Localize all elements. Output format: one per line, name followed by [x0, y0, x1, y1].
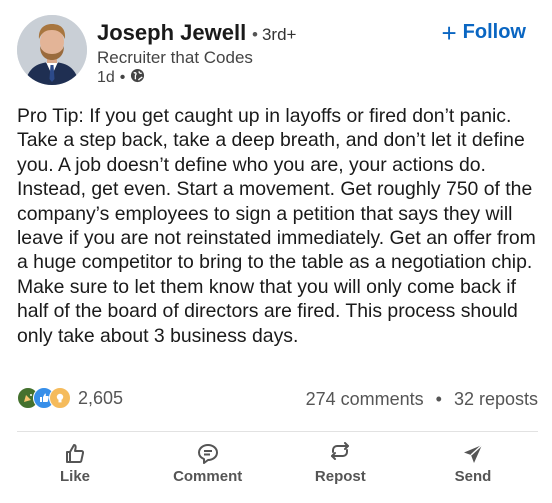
post-meta: 1d •: [97, 68, 145, 88]
insightful-icon: [49, 387, 71, 409]
reposts-count[interactable]: 32 reposts: [454, 389, 538, 410]
connection-degree: • 3rd+: [252, 25, 297, 44]
repost-icon: [331, 442, 350, 460]
reaction-count: 2,605: [78, 387, 124, 408]
send-label: Send: [454, 468, 492, 485]
post-timestamp: 1d: [97, 69, 115, 86]
send-icon: [463, 444, 483, 463]
follow-button[interactable]: + Follow: [441, 17, 526, 48]
send-button[interactable]: Send: [418, 442, 528, 485]
reactions-summary[interactable]: 2,605: [17, 387, 123, 409]
comments-count[interactable]: 274 comments: [306, 389, 424, 410]
comment-label: Comment: [173, 468, 243, 485]
thumbs-up-icon: [66, 444, 85, 463]
author-name[interactable]: Joseph Jewell: [97, 20, 246, 46]
divider: [17, 431, 538, 432]
post-body-text: Pro Tip: If you get caught up in layoffs…: [17, 105, 536, 347]
meta-separator: •: [119, 69, 126, 86]
action-bar: Like Comment Repost Send: [0, 442, 552, 485]
comment-icon: [197, 444, 218, 464]
globe-icon: [130, 68, 145, 88]
comment-button[interactable]: Comment: [153, 442, 263, 485]
repost-button[interactable]: Repost: [285, 442, 395, 485]
engagement-stats: 274 comments • 32 reposts: [306, 389, 538, 410]
stats-separator: •: [435, 389, 442, 409]
avatar[interactable]: [17, 15, 87, 85]
like-label: Like: [59, 468, 90, 485]
reaction-icons: [17, 387, 71, 409]
plus-icon: +: [441, 17, 457, 48]
author-headline: Recruiter that Codes: [97, 48, 253, 67]
follow-label: Follow: [462, 21, 526, 43]
like-button[interactable]: Like: [20, 442, 130, 485]
connection-degree-label: 3rd+: [261, 25, 297, 44]
repost-label: Repost: [314, 468, 366, 485]
